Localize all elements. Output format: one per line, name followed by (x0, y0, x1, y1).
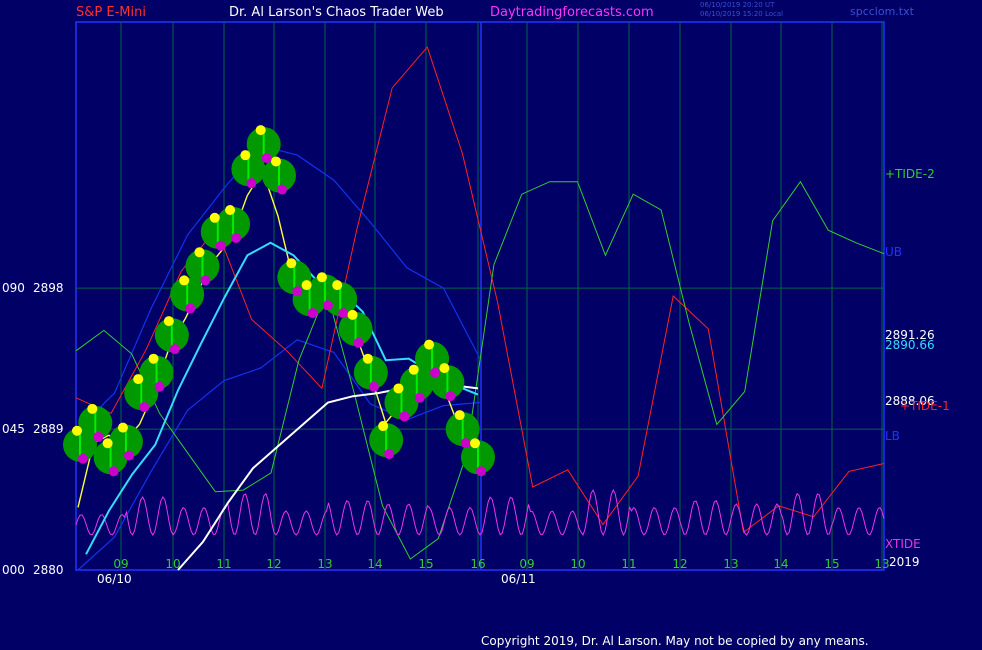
x-tick-label: 12 (672, 557, 687, 571)
high-dot (194, 247, 205, 258)
high-dot (332, 280, 343, 291)
low-dot (261, 153, 272, 164)
x-tick-label: 14 (773, 557, 788, 571)
y-tick-price: 2880 (33, 563, 64, 577)
low-dot (476, 466, 486, 477)
high-dot (301, 280, 312, 291)
low-dot (384, 449, 395, 460)
high-dot (378, 421, 389, 432)
low-dot (108, 466, 119, 477)
y-tick-price: 2898 (33, 281, 64, 295)
low-dot (139, 402, 150, 413)
x-tick-label: 14 (367, 557, 382, 571)
low-dot (246, 178, 257, 189)
low-dot (231, 232, 242, 243)
x-tick-label: 16 (470, 557, 485, 571)
low-dot (200, 275, 211, 286)
high-dot (255, 125, 266, 136)
high-dot (148, 353, 159, 364)
high-dot (439, 363, 450, 374)
high-dot (316, 272, 327, 283)
x-tick-label: 13 (723, 557, 738, 571)
low-dot (307, 308, 318, 319)
x-tick-label: 09 (519, 557, 534, 571)
tide-2-line (75, 180, 885, 560)
low-dot (215, 240, 226, 251)
low-dot (460, 438, 471, 449)
date-label: 06/10 (97, 572, 132, 586)
xtide-line (75, 488, 885, 537)
high-dot (133, 374, 144, 385)
x-tick-label: 12 (266, 557, 281, 571)
x-tick-label: 15 (824, 557, 839, 571)
chart-canvas: 090 2898 045 2889 000 2880 09 10 11 12 13 14 15 16 09 1… (2, 21, 950, 586)
low-dot (123, 450, 134, 461)
x-tick-label: 09 (113, 557, 128, 571)
y-tick-price: 2889 (33, 422, 64, 436)
low-dot (78, 453, 88, 464)
low-dot (338, 308, 349, 319)
low-dot (445, 391, 456, 402)
date-label: 06/11 (501, 572, 536, 586)
high-dot (209, 212, 220, 223)
low-dot (430, 367, 441, 378)
high-dot (347, 309, 358, 320)
high-dot (286, 258, 297, 269)
right-label: +TIDE-1 (900, 399, 950, 413)
low-dot (93, 431, 104, 442)
low-dot (322, 300, 333, 311)
low-dot (169, 344, 180, 355)
low-dot (277, 184, 287, 195)
high-dot (408, 364, 419, 375)
low-dot (399, 411, 410, 422)
high-dot (117, 422, 128, 433)
high-dot (393, 383, 404, 394)
high-dot (72, 425, 82, 436)
y-tick-left: 000 (2, 563, 25, 577)
high-dot (163, 316, 174, 327)
low-dot (154, 381, 165, 392)
high-dot (271, 156, 281, 167)
price-marks (63, 125, 495, 477)
right-label: XTIDE (885, 537, 921, 551)
low-dot (353, 337, 364, 348)
high-dot (240, 150, 251, 161)
x-tick-label: 13 (874, 557, 889, 571)
low-dot (368, 381, 379, 392)
high-dot (362, 353, 373, 364)
low-dot (414, 392, 425, 403)
x-tick-label: 11 (216, 557, 231, 571)
series-layer (75, 46, 885, 571)
high-dot (87, 403, 98, 414)
right-label: LB (885, 429, 900, 443)
high-dot (470, 438, 480, 449)
x-tick-label: 15 (418, 557, 433, 571)
high-dot (102, 438, 113, 449)
x-tick-label: 10 (165, 557, 180, 571)
right-label: UB (885, 245, 902, 259)
high-dot (424, 339, 435, 350)
high-dot (225, 204, 236, 215)
high-dot (454, 410, 465, 421)
y-tick-left: 090 (2, 281, 25, 295)
year-label: 2019 (889, 555, 920, 569)
right-label: +TIDE-2 (885, 167, 935, 181)
low-dot (292, 286, 303, 297)
x-tick-label: 10 (570, 557, 585, 571)
high-dot (179, 275, 190, 286)
right-label: 2890.66 (885, 338, 935, 352)
x-tick-label: 13 (317, 557, 332, 571)
y-tick-left: 045 (2, 422, 25, 436)
x-tick-label: 11 (621, 557, 636, 571)
low-dot (185, 303, 196, 314)
